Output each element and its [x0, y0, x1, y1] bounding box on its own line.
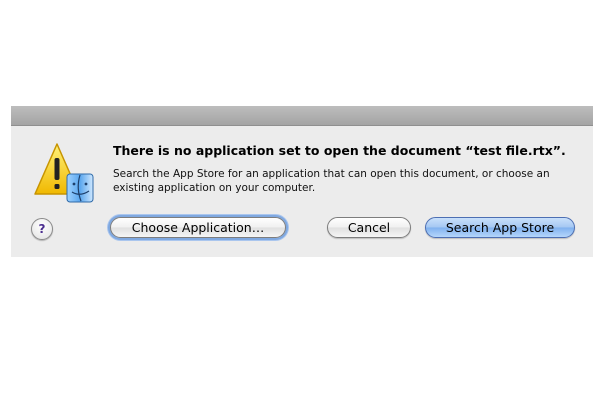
choose-application-button[interactable]: Choose Application…: [110, 217, 286, 238]
dialog-message: Search the App Store for an application …: [113, 168, 550, 194]
help-button[interactable]: ?: [31, 218, 53, 240]
sheet-title-bar: [11, 106, 593, 126]
finder-badge-icon: [66, 173, 94, 203]
cancel-button[interactable]: Cancel: [327, 217, 411, 238]
alert-sheet: There is no application set to open the …: [11, 106, 593, 257]
search-app-store-button[interactable]: Search App Store: [425, 217, 575, 238]
dialog-title: There is no application set to open the …: [113, 143, 566, 158]
warning-icon: [33, 142, 97, 206]
screen: There is no application set to open the …: [0, 0, 602, 401]
